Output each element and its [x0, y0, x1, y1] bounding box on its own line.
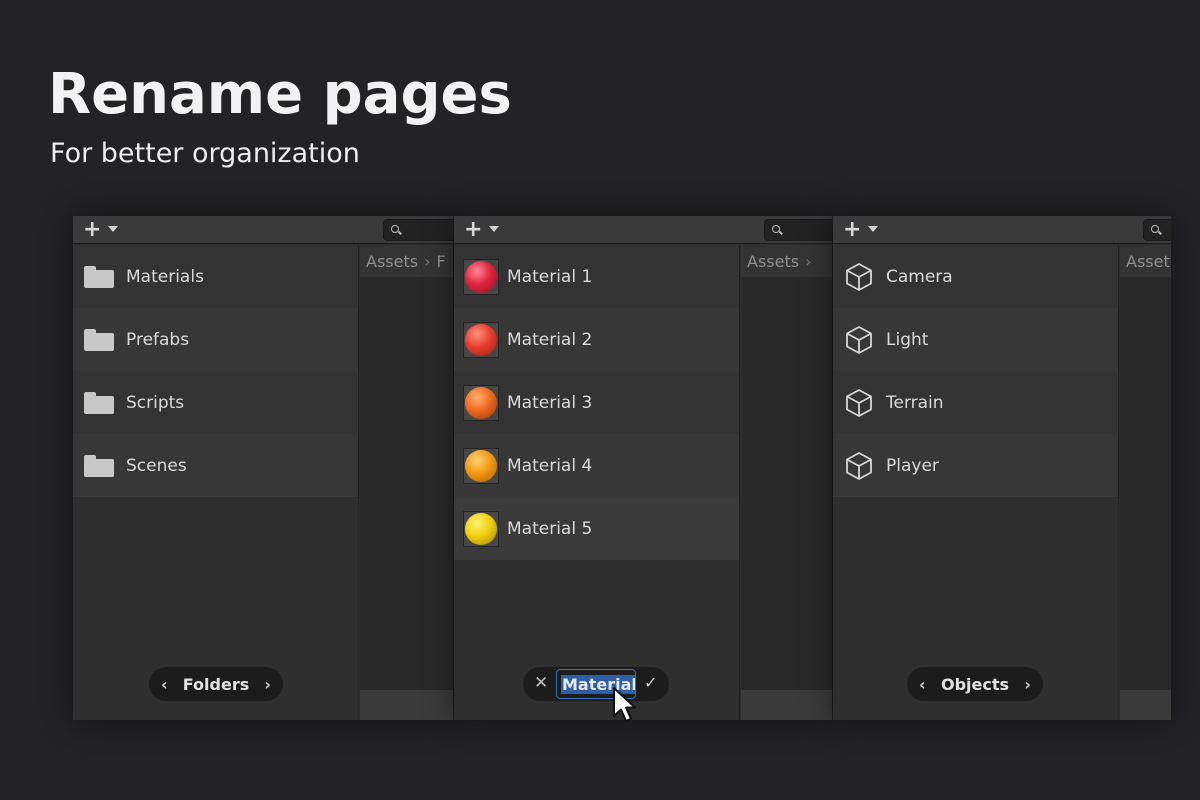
- page-name[interactable]: Objects: [941, 675, 1009, 694]
- panel-toolbar: +: [833, 216, 1171, 244]
- item-label: Scenes: [126, 455, 187, 476]
- list-item[interactable]: Scripts: [73, 371, 358, 434]
- folder-icon: [84, 391, 114, 414]
- asset-footer: [1120, 690, 1171, 720]
- page-switcher: ‹ Objects ›: [907, 667, 1043, 701]
- list-item[interactable]: Material 5: [454, 497, 739, 560]
- material-sphere-icon: [465, 323, 497, 356]
- add-dropdown-icon[interactable]: [108, 226, 118, 232]
- material-preview: [463, 447, 499, 484]
- material-sphere-icon: [465, 449, 497, 482]
- breadcrumb-item[interactable]: F: [436, 252, 445, 271]
- add-button[interactable]: +: [843, 219, 861, 241]
- chevron-left-icon[interactable]: ‹: [161, 675, 168, 694]
- item-label: Camera: [886, 266, 953, 287]
- item-label: Material 4: [507, 455, 593, 476]
- add-button[interactable]: +: [83, 219, 101, 241]
- panel-toolbar: +: [73, 216, 453, 244]
- confirm-rename-icon[interactable]: ✓: [644, 673, 657, 692]
- breadcrumb: Assets ›: [741, 245, 832, 277]
- cancel-rename-icon[interactable]: ✕: [534, 673, 548, 693]
- search-icon: [772, 225, 780, 233]
- subline: For better organization: [50, 138, 360, 169]
- item-label: Light: [886, 329, 929, 350]
- item-label: Prefabs: [126, 329, 190, 350]
- search-icon: [391, 225, 399, 233]
- item-list: Material 1 Material 2 Material 3 Materia…: [454, 245, 740, 720]
- folder-icon: [84, 454, 114, 477]
- material-preview: [463, 321, 499, 358]
- page-name[interactable]: Folders: [183, 675, 249, 694]
- asset-footer: [360, 690, 453, 720]
- material-sphere-icon: [465, 512, 497, 545]
- breadcrumb: Asset: [1120, 245, 1171, 277]
- chevron-left-icon[interactable]: ‹: [919, 675, 926, 694]
- search-field[interactable]: [1143, 219, 1171, 241]
- panel-toolbar: +: [454, 216, 832, 244]
- material-sphere-icon: [465, 386, 497, 419]
- item-label: Materials: [126, 266, 204, 287]
- asset-area: Assets ›: [741, 245, 832, 720]
- item-label: Material 1: [507, 266, 593, 287]
- list-item[interactable]: Material 1: [454, 245, 739, 308]
- folder-icon: [84, 328, 114, 351]
- folder-icon: [84, 265, 114, 288]
- list-item[interactable]: Scenes: [73, 434, 358, 497]
- cube-icon: [846, 325, 872, 354]
- headline: Rename pages: [48, 62, 512, 127]
- breadcrumb-item[interactable]: Asset: [1126, 252, 1170, 271]
- asset-area: Assets › F: [360, 245, 453, 720]
- add-dropdown-icon[interactable]: [489, 226, 499, 232]
- item-label: Material 2: [507, 329, 593, 350]
- cube-icon: [846, 451, 872, 480]
- item-label: Material 3: [507, 392, 593, 413]
- list-item[interactable]: Material 4: [454, 434, 739, 497]
- material-preview: [463, 510, 499, 547]
- material-sphere-icon: [465, 260, 497, 293]
- list-item[interactable]: Material 3: [454, 371, 739, 434]
- material-preview: [463, 258, 499, 295]
- asset-area: Asset: [1120, 245, 1171, 720]
- item-list: Materials Prefabs Scripts Scenes: [73, 245, 359, 720]
- search-field[interactable]: [383, 219, 453, 241]
- chevron-right-icon[interactable]: ›: [264, 675, 271, 694]
- item-list: Camera Light Terrain Player: [833, 245, 1119, 720]
- search-icon: [1151, 225, 1159, 233]
- list-item[interactable]: Light: [833, 308, 1118, 371]
- item-label: Player: [886, 455, 939, 476]
- search-field[interactable]: [764, 219, 832, 241]
- add-button[interactable]: +: [464, 219, 482, 241]
- list-item[interactable]: Prefabs: [73, 308, 358, 371]
- list-item[interactable]: Player: [833, 434, 1118, 497]
- project-panel-materials: + Material 1 Material 2 Material 3 Mater…: [454, 216, 832, 720]
- breadcrumb-separator-icon: ›: [805, 251, 812, 271]
- add-dropdown-icon[interactable]: [868, 226, 878, 232]
- page-switcher: ‹ Folders ›: [149, 667, 283, 701]
- item-label: Material 5: [507, 518, 593, 539]
- project-panel-folders: + Materials Prefabs Scripts Scenes Asset…: [73, 216, 453, 720]
- asset-footer: [741, 690, 832, 720]
- material-preview: [463, 384, 499, 421]
- chevron-right-icon[interactable]: ›: [1024, 675, 1031, 694]
- cube-icon: [846, 262, 872, 291]
- list-item[interactable]: Terrain: [833, 371, 1118, 434]
- breadcrumb-separator-icon: ›: [424, 251, 431, 271]
- item-label: Terrain: [886, 392, 944, 413]
- project-panel-objects: + Camera Light Terrain Player Asset ‹ Ob…: [833, 216, 1171, 720]
- mouse-cursor-icon: [613, 687, 636, 722]
- list-item[interactable]: Materials: [73, 245, 358, 308]
- list-item[interactable]: Material 2: [454, 308, 739, 371]
- cube-icon: [846, 388, 872, 417]
- breadcrumb-item[interactable]: Assets: [366, 252, 418, 271]
- breadcrumb: Assets › F: [360, 245, 453, 277]
- page-rename-bar: ✕ Materials ✓: [523, 667, 669, 701]
- list-item[interactable]: Camera: [833, 245, 1118, 308]
- breadcrumb-item[interactable]: Assets: [747, 252, 799, 271]
- item-label: Scripts: [126, 392, 185, 413]
